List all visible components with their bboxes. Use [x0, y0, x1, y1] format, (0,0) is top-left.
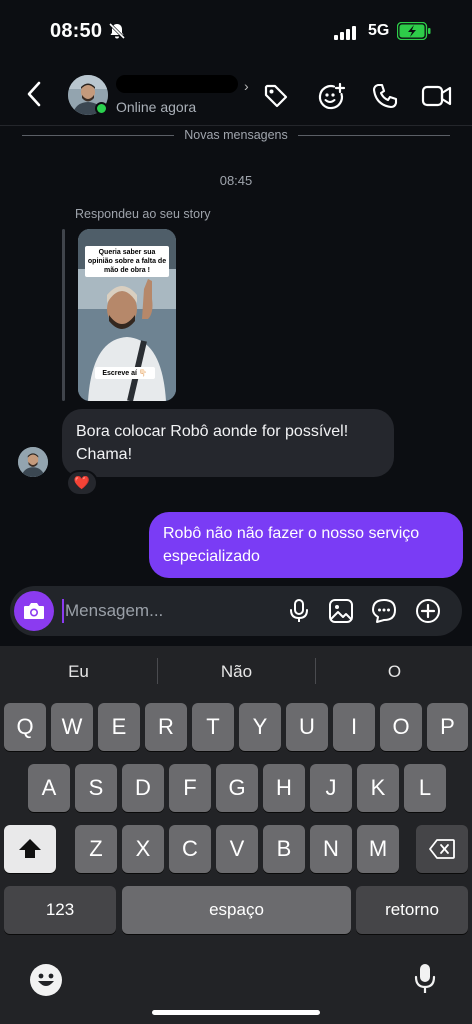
- key-i[interactable]: I: [333, 703, 375, 751]
- key-n[interactable]: N: [310, 825, 352, 873]
- key-l[interactable]: L: [404, 764, 446, 812]
- sender-avatar[interactable]: [18, 447, 48, 477]
- key-x[interactable]: X: [122, 825, 164, 873]
- suggestion-2[interactable]: Não: [158, 662, 315, 682]
- story-reply-label: Respondeu ao seu story: [75, 207, 211, 221]
- key-a[interactable]: A: [28, 764, 70, 812]
- key-y[interactable]: Y: [239, 703, 281, 751]
- message-timestamp: 08:45: [219, 173, 253, 188]
- text-caret: [62, 599, 64, 623]
- home-indicator: [152, 1010, 320, 1015]
- key-k[interactable]: K: [357, 764, 399, 812]
- key-d[interactable]: D: [122, 764, 164, 812]
- key-e[interactable]: E: [98, 703, 140, 751]
- bell-muted-icon: [108, 22, 126, 40]
- key-z[interactable]: Z: [75, 825, 117, 873]
- key-m[interactable]: M: [357, 825, 399, 873]
- network-type: 5G: [368, 22, 390, 39]
- battery-charging-icon: [397, 22, 431, 40]
- emoji-icon[interactable]: [30, 964, 62, 996]
- microphone-icon[interactable]: [288, 598, 310, 624]
- video-icon[interactable]: [421, 82, 453, 110]
- return-key[interactable]: retorno: [356, 886, 468, 934]
- story-thumbnail[interactable]: Queria saber sua opinião sobre a falta d…: [78, 229, 176, 401]
- message-input[interactable]: [65, 594, 215, 628]
- new-messages-divider: Novas mensagens: [22, 128, 450, 142]
- key-f[interactable]: F: [169, 764, 211, 812]
- key-q[interactable]: Q: [4, 703, 46, 751]
- key-g[interactable]: G: [216, 764, 258, 812]
- contact-status: Online agora: [116, 99, 197, 115]
- gallery-icon[interactable]: [328, 598, 354, 624]
- add-circle-icon[interactable]: [415, 598, 441, 624]
- key-o[interactable]: O: [380, 703, 422, 751]
- keyboard: Eu Não O Q W E R T Y U I O P A S D F G H…: [0, 646, 472, 1024]
- chevron-right-icon[interactable]: ›: [244, 78, 249, 94]
- key-c[interactable]: C: [169, 825, 211, 873]
- outgoing-message-bubble[interactable]: Robô não não fazer o nosso serviço espec…: [149, 512, 463, 578]
- backspace-icon: [429, 839, 455, 859]
- message-composer: [10, 586, 462, 636]
- key-h[interactable]: H: [263, 764, 305, 812]
- key-p[interactable]: P: [427, 703, 468, 751]
- heart-reaction[interactable]: ❤️: [66, 470, 98, 496]
- camera-button[interactable]: [14, 591, 54, 631]
- sticker-add-icon[interactable]: [316, 82, 346, 112]
- backspace-key[interactable]: [416, 825, 468, 873]
- key-v[interactable]: V: [216, 825, 258, 873]
- incoming-message-bubble[interactable]: Bora colocar Robô aonde for possível! Ch…: [62, 409, 394, 477]
- key-b[interactable]: B: [263, 825, 305, 873]
- shift-key[interactable]: [4, 825, 56, 873]
- reply-bar: [62, 229, 65, 401]
- sticker-chat-icon[interactable]: [371, 598, 397, 624]
- story-answer-prompt: Escreve aí 👇🏻: [95, 367, 155, 379]
- dictation-microphone-icon[interactable]: [414, 962, 436, 996]
- space-key[interactable]: espaço: [122, 886, 351, 934]
- shift-icon: [19, 839, 41, 858]
- key-t[interactable]: T: [192, 703, 234, 751]
- phone-icon[interactable]: [371, 82, 399, 110]
- contact-name-redacted[interactable]: [116, 75, 238, 93]
- story-question-sticker: Queria saber sua opinião sobre a falta d…: [85, 246, 169, 277]
- chevron-left-icon[interactable]: [26, 80, 42, 108]
- tag-icon[interactable]: [262, 82, 290, 110]
- key-j[interactable]: J: [310, 764, 352, 812]
- camera-icon: [24, 603, 44, 619]
- suggestion-1[interactable]: Eu: [0, 662, 157, 682]
- key-s[interactable]: S: [75, 764, 117, 812]
- new-messages-label: Novas mensagens: [184, 128, 288, 142]
- chat-header: › Online agora: [0, 62, 472, 126]
- online-indicator: [95, 102, 108, 115]
- status-bar: 08:50 5G: [0, 0, 472, 62]
- key-w[interactable]: W: [51, 703, 93, 751]
- signal-icon: [334, 24, 356, 40]
- key-r[interactable]: R: [145, 703, 187, 751]
- suggestion-bar: Eu Não O: [0, 646, 472, 696]
- status-time: 08:50: [50, 20, 103, 42]
- suggestion-3[interactable]: O: [316, 662, 472, 682]
- key-u[interactable]: U: [286, 703, 328, 751]
- numbers-key[interactable]: 123: [4, 886, 116, 934]
